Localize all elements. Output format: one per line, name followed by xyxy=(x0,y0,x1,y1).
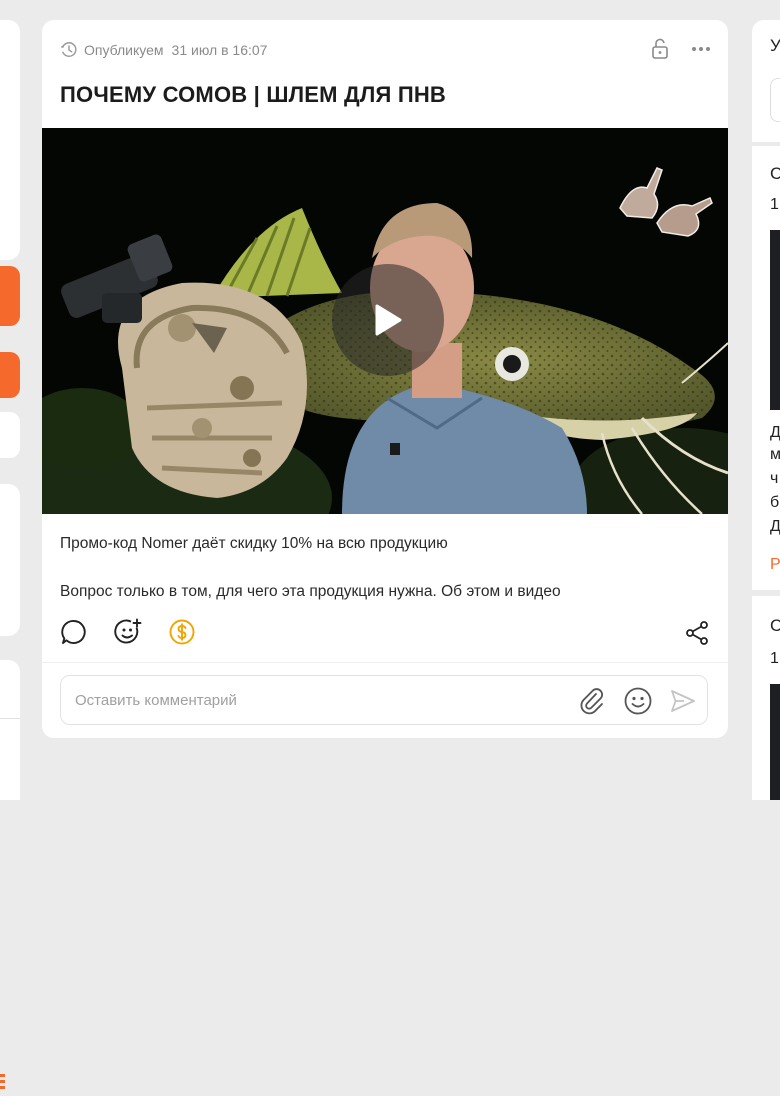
post-text-line: Вопрос только в том, для чего эта продук… xyxy=(60,583,561,600)
left-panel-divider xyxy=(0,718,20,719)
play-icon xyxy=(375,304,402,336)
right-post-card[interactable]: С 1 Д м ч б Д Р xyxy=(752,146,780,590)
right-post-image xyxy=(770,684,780,800)
left-panel-card xyxy=(0,660,20,800)
post-card: Опубликуем 31 июл в 16:07 ПОЧЕМУ СОМОВ |… xyxy=(42,20,728,738)
send-icon[interactable] xyxy=(669,687,697,715)
right-panel-card: У xyxy=(752,20,780,142)
left-nav-orange-button[interactable] xyxy=(0,352,20,398)
right-post-meta: 1 xyxy=(770,650,779,667)
right-post-card[interactable]: С 1 xyxy=(752,596,780,800)
right-post-image xyxy=(770,230,780,410)
left-nav-active-item[interactable] xyxy=(0,266,20,326)
comment-icon[interactable] xyxy=(60,618,88,646)
left-nav-item[interactable] xyxy=(0,412,20,458)
play-button[interactable] xyxy=(332,264,444,376)
right-post-text: Д xyxy=(770,518,780,535)
right-post-link[interactable]: Р xyxy=(770,556,780,574)
add-reaction-icon[interactable] xyxy=(114,618,142,646)
left-panel-card xyxy=(0,484,20,1089)
emoji-icon[interactable] xyxy=(623,686,653,716)
right-post-text: м xyxy=(770,446,780,463)
schedule-date[interactable]: 31 июл в 16:07 xyxy=(172,42,268,58)
paperclip-icon[interactable] xyxy=(577,686,607,716)
comment-actions xyxy=(577,686,697,716)
comment-box xyxy=(60,675,708,725)
clock-icon xyxy=(60,42,77,58)
more-icon[interactable] xyxy=(690,38,712,60)
post-text-line: Промо-код Nomer даёт скидку 10% на всю п… xyxy=(60,535,448,552)
comment-input[interactable] xyxy=(75,676,555,724)
right-post-title: С xyxy=(770,164,780,183)
right-post-meta: 1 xyxy=(770,196,779,213)
share-icon[interactable] xyxy=(684,620,710,646)
post-schedule: Опубликуем 31 июл в 16:07 xyxy=(60,38,267,62)
post-header-actions xyxy=(650,38,712,60)
divider xyxy=(42,662,728,663)
right-post-title: С xyxy=(770,616,780,635)
right-post-text: ч xyxy=(770,470,779,487)
right-panel-input[interactable] xyxy=(770,78,780,122)
video-player[interactable] xyxy=(42,128,728,514)
lock-icon[interactable] xyxy=(650,38,670,60)
right-post-text: Д xyxy=(770,424,780,441)
left-panel-icon xyxy=(0,1072,8,1096)
right-panel-header: У xyxy=(770,36,780,55)
schedule-label: Опубликуем xyxy=(84,42,164,58)
donate-icon[interactable] xyxy=(168,618,196,646)
post-title: ПОЧЕМУ СОМОВ | ШЛЕМ ДЛЯ ПНВ xyxy=(60,82,447,107)
left-panel-card xyxy=(0,20,20,260)
right-post-text: б xyxy=(770,494,780,511)
post-actions xyxy=(60,618,196,646)
